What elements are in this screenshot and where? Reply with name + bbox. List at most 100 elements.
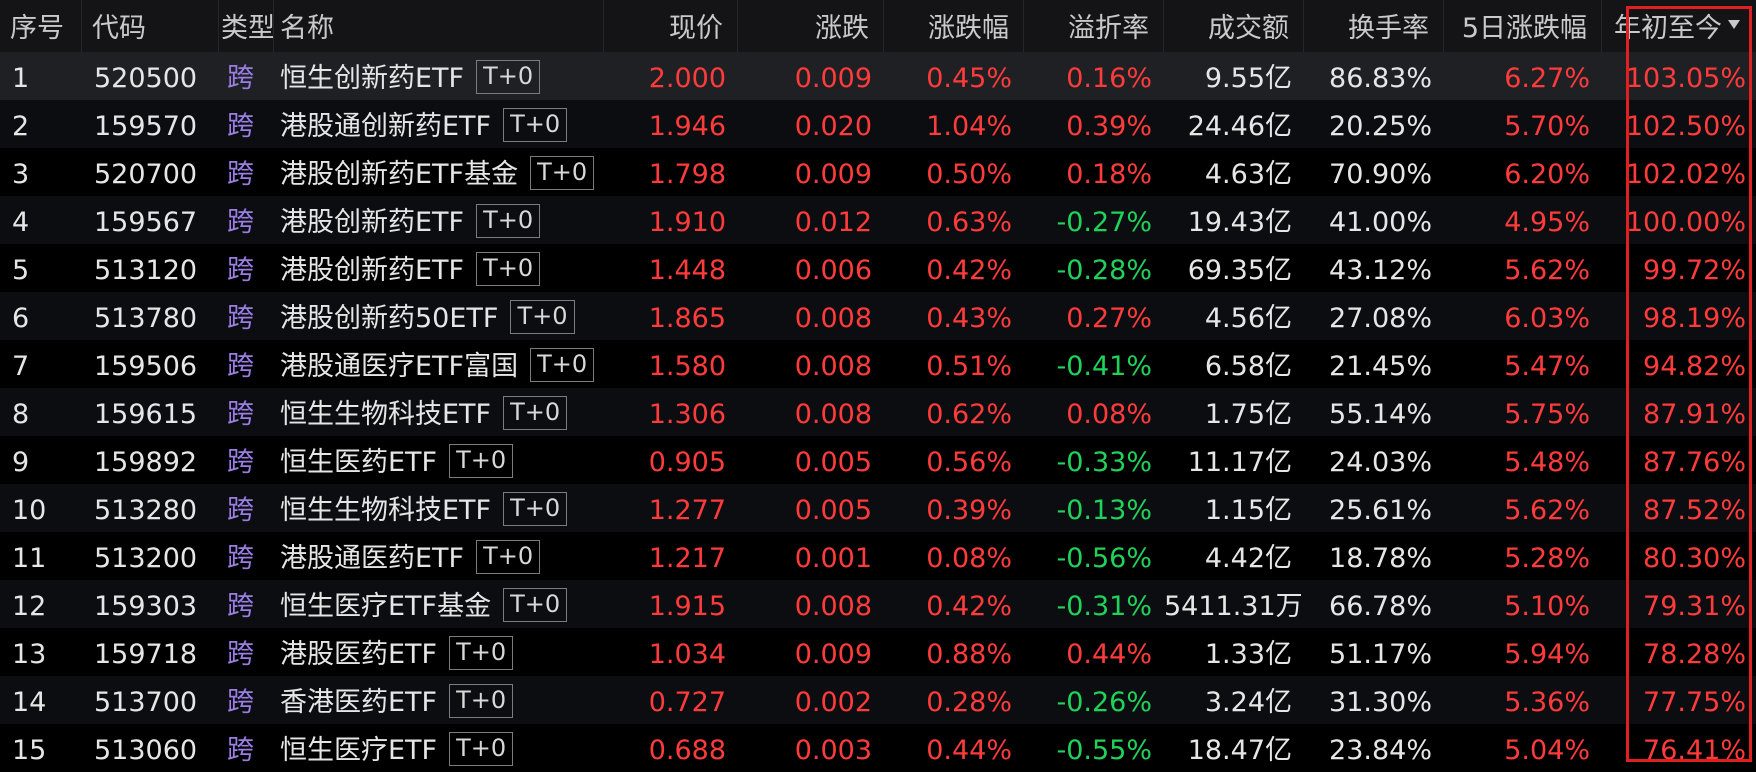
cell-code: 513060 bbox=[94, 735, 198, 766]
cell-price: 1.448 bbox=[648, 255, 726, 286]
column-header-ytd[interactable]: 年初至今 bbox=[1602, 0, 1756, 52]
t0-badge: T+0 bbox=[476, 540, 541, 574]
table-row[interactable]: 3 520700 跨港股创新药ETF基金 T+0 1.798 0.009 0.50% 0.18… bbox=[0, 148, 1756, 196]
fund-name: 港股通创新药ETF bbox=[280, 111, 492, 142]
table-row[interactable]: 9 159892 跨恒生医药ETF T+0 0.905 0.005 0.56% -0.33% 1… bbox=[0, 436, 1756, 484]
t0-badge: T+0 bbox=[503, 396, 568, 430]
cell-name: 港股通医药ETF T+0 bbox=[274, 532, 604, 580]
table-row[interactable]: 6 513780 跨港股创新药50ETF T+0 1.865 0.008 0.43% 0.27… bbox=[0, 292, 1756, 340]
column-header-type[interactable]: 类型 bbox=[219, 0, 274, 52]
cell-change-pct: 0.63% bbox=[926, 207, 1012, 238]
column-header-price[interactable]: 现价 bbox=[604, 0, 738, 52]
cell-name: 恒生创新药ETF T+0 bbox=[274, 52, 604, 100]
cell-price: 1.946 bbox=[648, 111, 726, 142]
cell-ytd: 87.91% bbox=[1643, 399, 1746, 430]
fund-name: 恒生医疗ETF bbox=[280, 735, 438, 766]
t0-badge: T+0 bbox=[449, 636, 514, 670]
cell-ytd: 102.50% bbox=[1625, 111, 1746, 142]
cell-code: 159615 bbox=[94, 399, 198, 430]
cell-code: 513200 bbox=[94, 543, 198, 574]
cell-premium: -0.55% bbox=[1056, 735, 1152, 766]
cell-ytd: 87.52% bbox=[1643, 495, 1746, 526]
table-row[interactable]: 13 159718 跨港股医药ETF T+0 1.034 0.009 0.88% 0.44% 1… bbox=[0, 628, 1756, 676]
table-row[interactable]: 5 513120 跨港股创新药ETF T+0 1.448 0.006 0.42% -0.28%… bbox=[0, 244, 1756, 292]
cell-turnover-amount: 4.56亿 bbox=[1204, 303, 1292, 334]
table-row[interactable]: 7 159506 跨港股通医疗ETF富国 T+0 1.580 0.008 0.51% -0.4… bbox=[0, 340, 1756, 388]
column-header-code[interactable]: 代码 bbox=[82, 0, 219, 52]
cell-five-day-pct: 6.27% bbox=[1504, 63, 1590, 94]
table-row[interactable]: 10 513280 跨恒生生物科技ETF T+0 1.277 0.005 0.39% -0.1… bbox=[0, 484, 1756, 532]
cell-name: 恒生医药ETF T+0 bbox=[274, 436, 604, 484]
column-header-turnover-rate[interactable]: 换手率 bbox=[1304, 0, 1444, 52]
table-row[interactable]: 12 159303 跨恒生医疗ETF基金 T+0 1.915 0.008 0.42% -0.3… bbox=[0, 580, 1756, 628]
cell-price: 2.000 bbox=[648, 63, 726, 94]
cell-ytd: 99.72% bbox=[1643, 255, 1746, 286]
column-header-change[interactable]: 涨跌 bbox=[738, 0, 884, 52]
cell-code: 159567 bbox=[94, 207, 198, 238]
cell-turnover-rate: 31.30% bbox=[1329, 687, 1432, 718]
table-row[interactable]: 4 159567 跨港股创新药ETF T+0 1.910 0.012 0.63% -0.27%… bbox=[0, 196, 1756, 244]
cell-code: 159570 bbox=[94, 111, 198, 142]
cell-ytd: 79.31% bbox=[1643, 591, 1746, 622]
cell-change-pct: 0.28% bbox=[926, 687, 1012, 718]
cell-change-pct: 0.43% bbox=[926, 303, 1012, 334]
cell-type: 跨 bbox=[227, 495, 254, 526]
cell-turnover-rate: 27.08% bbox=[1329, 303, 1432, 334]
column-header-seq[interactable]: 序号 bbox=[0, 0, 82, 52]
cell-price: 0.905 bbox=[648, 447, 726, 478]
cell-seq: 5 bbox=[12, 255, 30, 286]
column-header-ytd-label: 年初至今 bbox=[1614, 13, 1722, 44]
cell-change: 0.002 bbox=[794, 687, 872, 718]
t0-badge: T+0 bbox=[503, 492, 568, 526]
cell-turnover-amount: 9.55亿 bbox=[1204, 63, 1292, 94]
fund-name: 恒生生物科技ETF bbox=[280, 399, 492, 430]
cell-turnover-rate: 66.78% bbox=[1329, 591, 1432, 622]
cell-change: 0.008 bbox=[794, 399, 872, 430]
column-header-change-pct[interactable]: 涨跌幅 bbox=[884, 0, 1024, 52]
column-header-name[interactable]: 名称 bbox=[274, 0, 604, 52]
cell-type: 跨 bbox=[227, 735, 254, 766]
cell-ytd: 103.05% bbox=[1625, 63, 1746, 94]
cell-turnover-amount: 11.17亿 bbox=[1187, 447, 1292, 478]
cell-turnover-rate: 21.45% bbox=[1329, 351, 1432, 382]
cell-turnover-rate: 55.14% bbox=[1329, 399, 1432, 430]
sort-descending-icon[interactable] bbox=[1728, 20, 1740, 29]
cell-five-day-pct: 5.75% bbox=[1504, 399, 1590, 430]
table-row[interactable]: 8 159615 跨恒生生物科技ETF T+0 1.306 0.008 0.62% 0.08%… bbox=[0, 388, 1756, 436]
table-row[interactable]: 2 159570 跨港股通创新药ETF T+0 1.946 0.020 1.04% 0.39%… bbox=[0, 100, 1756, 148]
cell-seq: 14 bbox=[12, 687, 47, 718]
cell-price: 1.798 bbox=[648, 159, 726, 190]
cell-seq: 11 bbox=[12, 543, 47, 574]
cell-change-pct: 0.08% bbox=[926, 543, 1012, 574]
fund-name: 恒生医疗ETF基金 bbox=[280, 591, 492, 622]
cell-five-day-pct: 5.04% bbox=[1504, 735, 1590, 766]
cell-turnover-rate: 20.25% bbox=[1329, 111, 1432, 142]
cell-change: 0.005 bbox=[794, 447, 872, 478]
column-header-five-day-pct[interactable]: 5日涨跌幅 bbox=[1444, 0, 1602, 52]
column-header-turnover-amount[interactable]: 成交额 bbox=[1164, 0, 1304, 52]
table-row[interactable]: 14 513700 跨香港医药ETF T+0 0.727 0.002 0.28% -0.26%… bbox=[0, 676, 1756, 724]
cell-turnover-amount: 1.15亿 bbox=[1204, 495, 1292, 526]
cell-change-pct: 0.42% bbox=[926, 255, 1012, 286]
cell-price: 1.915 bbox=[648, 591, 726, 622]
t0-badge: T+0 bbox=[476, 252, 541, 286]
cell-five-day-pct: 4.95% bbox=[1504, 207, 1590, 238]
cell-ytd: 98.19% bbox=[1643, 303, 1746, 334]
cell-change: 0.012 bbox=[794, 207, 872, 238]
cell-name: 香港医药ETF T+0 bbox=[274, 676, 604, 724]
cell-premium: 0.16% bbox=[1066, 63, 1152, 94]
cell-change-pct: 0.88% bbox=[926, 639, 1012, 670]
table-row[interactable]: 11 513200 跨港股通医药ETF T+0 1.217 0.001 0.08% -0.56… bbox=[0, 532, 1756, 580]
cell-change-pct: 0.56% bbox=[926, 447, 1012, 478]
table-row[interactable]: 15 513060 跨恒生医疗ETF T+0 0.688 0.003 0.44% -0.55%… bbox=[0, 724, 1756, 772]
cell-change-pct: 0.42% bbox=[926, 591, 1012, 622]
cell-premium: 0.44% bbox=[1066, 639, 1152, 670]
cell-change-pct: 0.62% bbox=[926, 399, 1012, 430]
cell-name: 港股通医疗ETF富国 T+0 bbox=[274, 340, 604, 388]
column-header-premium[interactable]: 溢折率 bbox=[1024, 0, 1164, 52]
cell-five-day-pct: 5.62% bbox=[1504, 255, 1590, 286]
cell-five-day-pct: 5.48% bbox=[1504, 447, 1590, 478]
cell-name: 恒生医疗ETF T+0 bbox=[274, 724, 604, 772]
cell-seq: 8 bbox=[12, 399, 30, 430]
table-row[interactable]: 1 520500 跨恒生创新药ETF T+0 2.000 0.009 0.45% 0.16% 9… bbox=[0, 52, 1756, 100]
